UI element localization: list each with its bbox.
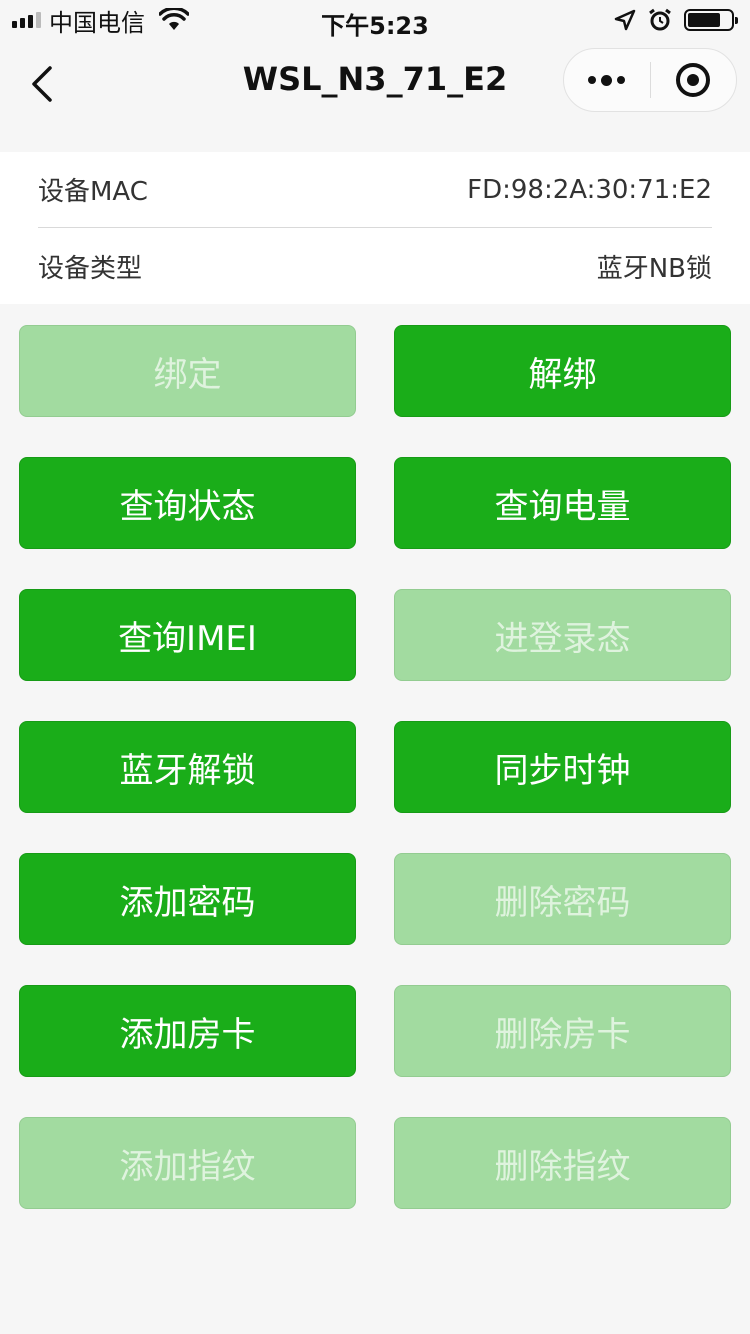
enter-login-state-button[interactable]: 进登录态 [394,589,731,681]
more-dots-icon[interactable] [564,48,650,112]
device-info-card: 设备MAC FD:98:2A:30:71:E2 设备类型 蓝牙NB锁 [0,152,750,304]
query-battery-button[interactable]: 查询电量 [394,457,731,549]
add-fingerprint-button[interactable]: 添加指纹 [19,1117,356,1209]
alarm-icon [649,8,671,31]
type-label: 设备类型 [38,253,143,284]
sync-clock-button[interactable]: 同步时钟 [394,721,731,813]
status-bar-right [614,6,738,34]
location-icon [614,9,636,31]
mac-label: 设备MAC [38,177,148,207]
target-circle-icon[interactable] [651,48,737,112]
add-password-button[interactable]: 添加密码 [19,853,356,945]
status-bar: 中国电信 下午5:23 [0,0,750,40]
info-row-type: 设备类型 蓝牙NB锁 [38,228,712,304]
query-imei-button[interactable]: 查询IMEI [19,589,356,681]
add-room-card-button[interactable]: 添加房卡 [19,985,356,1077]
delete-password-button[interactable]: 删除密码 [394,853,731,945]
bind-button[interactable]: 绑定 [19,325,356,417]
battery-icon [684,9,738,31]
unbind-button[interactable]: 解绑 [394,325,731,417]
delete-fingerprint-button[interactable]: 删除指纹 [394,1117,731,1209]
battery-level [688,13,720,27]
delete-room-card-button[interactable]: 删除房卡 [394,985,731,1077]
type-value: 蓝牙NB锁 [596,253,712,284]
bluetooth-unlock-button[interactable]: 蓝牙解锁 [19,721,356,813]
query-status-button[interactable]: 查询状态 [19,457,356,549]
nav-bar: WSL_N3_71_E2 [0,40,750,126]
info-row-mac: 设备MAC FD:98:2A:30:71:E2 [38,152,712,228]
capsule-menu [563,48,737,112]
mac-value: FD:98:2A:30:71:E2 [467,174,712,205]
